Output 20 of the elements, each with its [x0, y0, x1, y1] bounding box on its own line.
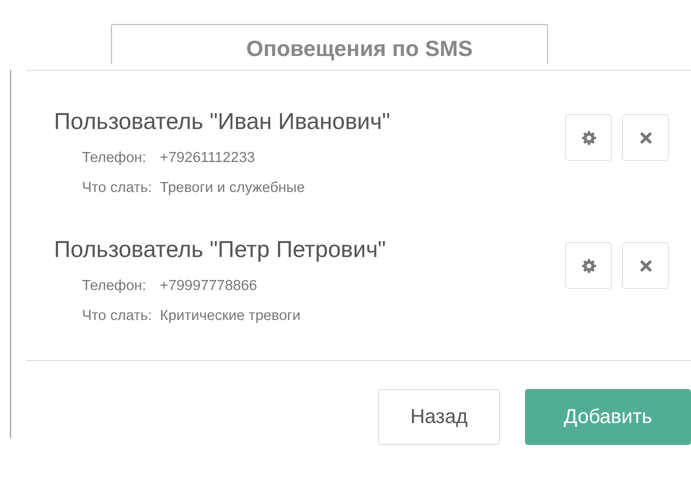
back-button[interactable]: Назад	[378, 389, 500, 445]
send-value: Критические тревоги	[160, 307, 300, 325]
phone-label: Телефон:	[82, 149, 148, 167]
user-name: Пользователь "Иван Иванович"	[54, 107, 390, 135]
dialog-title: Оповещения по SMS	[246, 36, 473, 62]
phone-number: +79997778866	[160, 277, 258, 295]
close-icon	[640, 260, 652, 272]
send-label: Что слать:	[82, 179, 152, 197]
settings-button[interactable]	[565, 114, 612, 161]
gear-icon	[582, 130, 596, 144]
settings-button[interactable]	[565, 242, 612, 289]
close-icon	[640, 132, 652, 144]
delete-button[interactable]	[622, 114, 669, 161]
user-name: Пользователь "Петр Петрович"	[54, 235, 386, 263]
phone-label: Телефон:	[82, 277, 148, 295]
send-value: Тревоги и служебные	[160, 179, 305, 197]
gear-icon	[582, 258, 596, 272]
phone-number: +79261112233	[160, 149, 256, 167]
delete-button[interactable]	[622, 242, 669, 289]
send-label: Что слать:	[82, 307, 152, 325]
